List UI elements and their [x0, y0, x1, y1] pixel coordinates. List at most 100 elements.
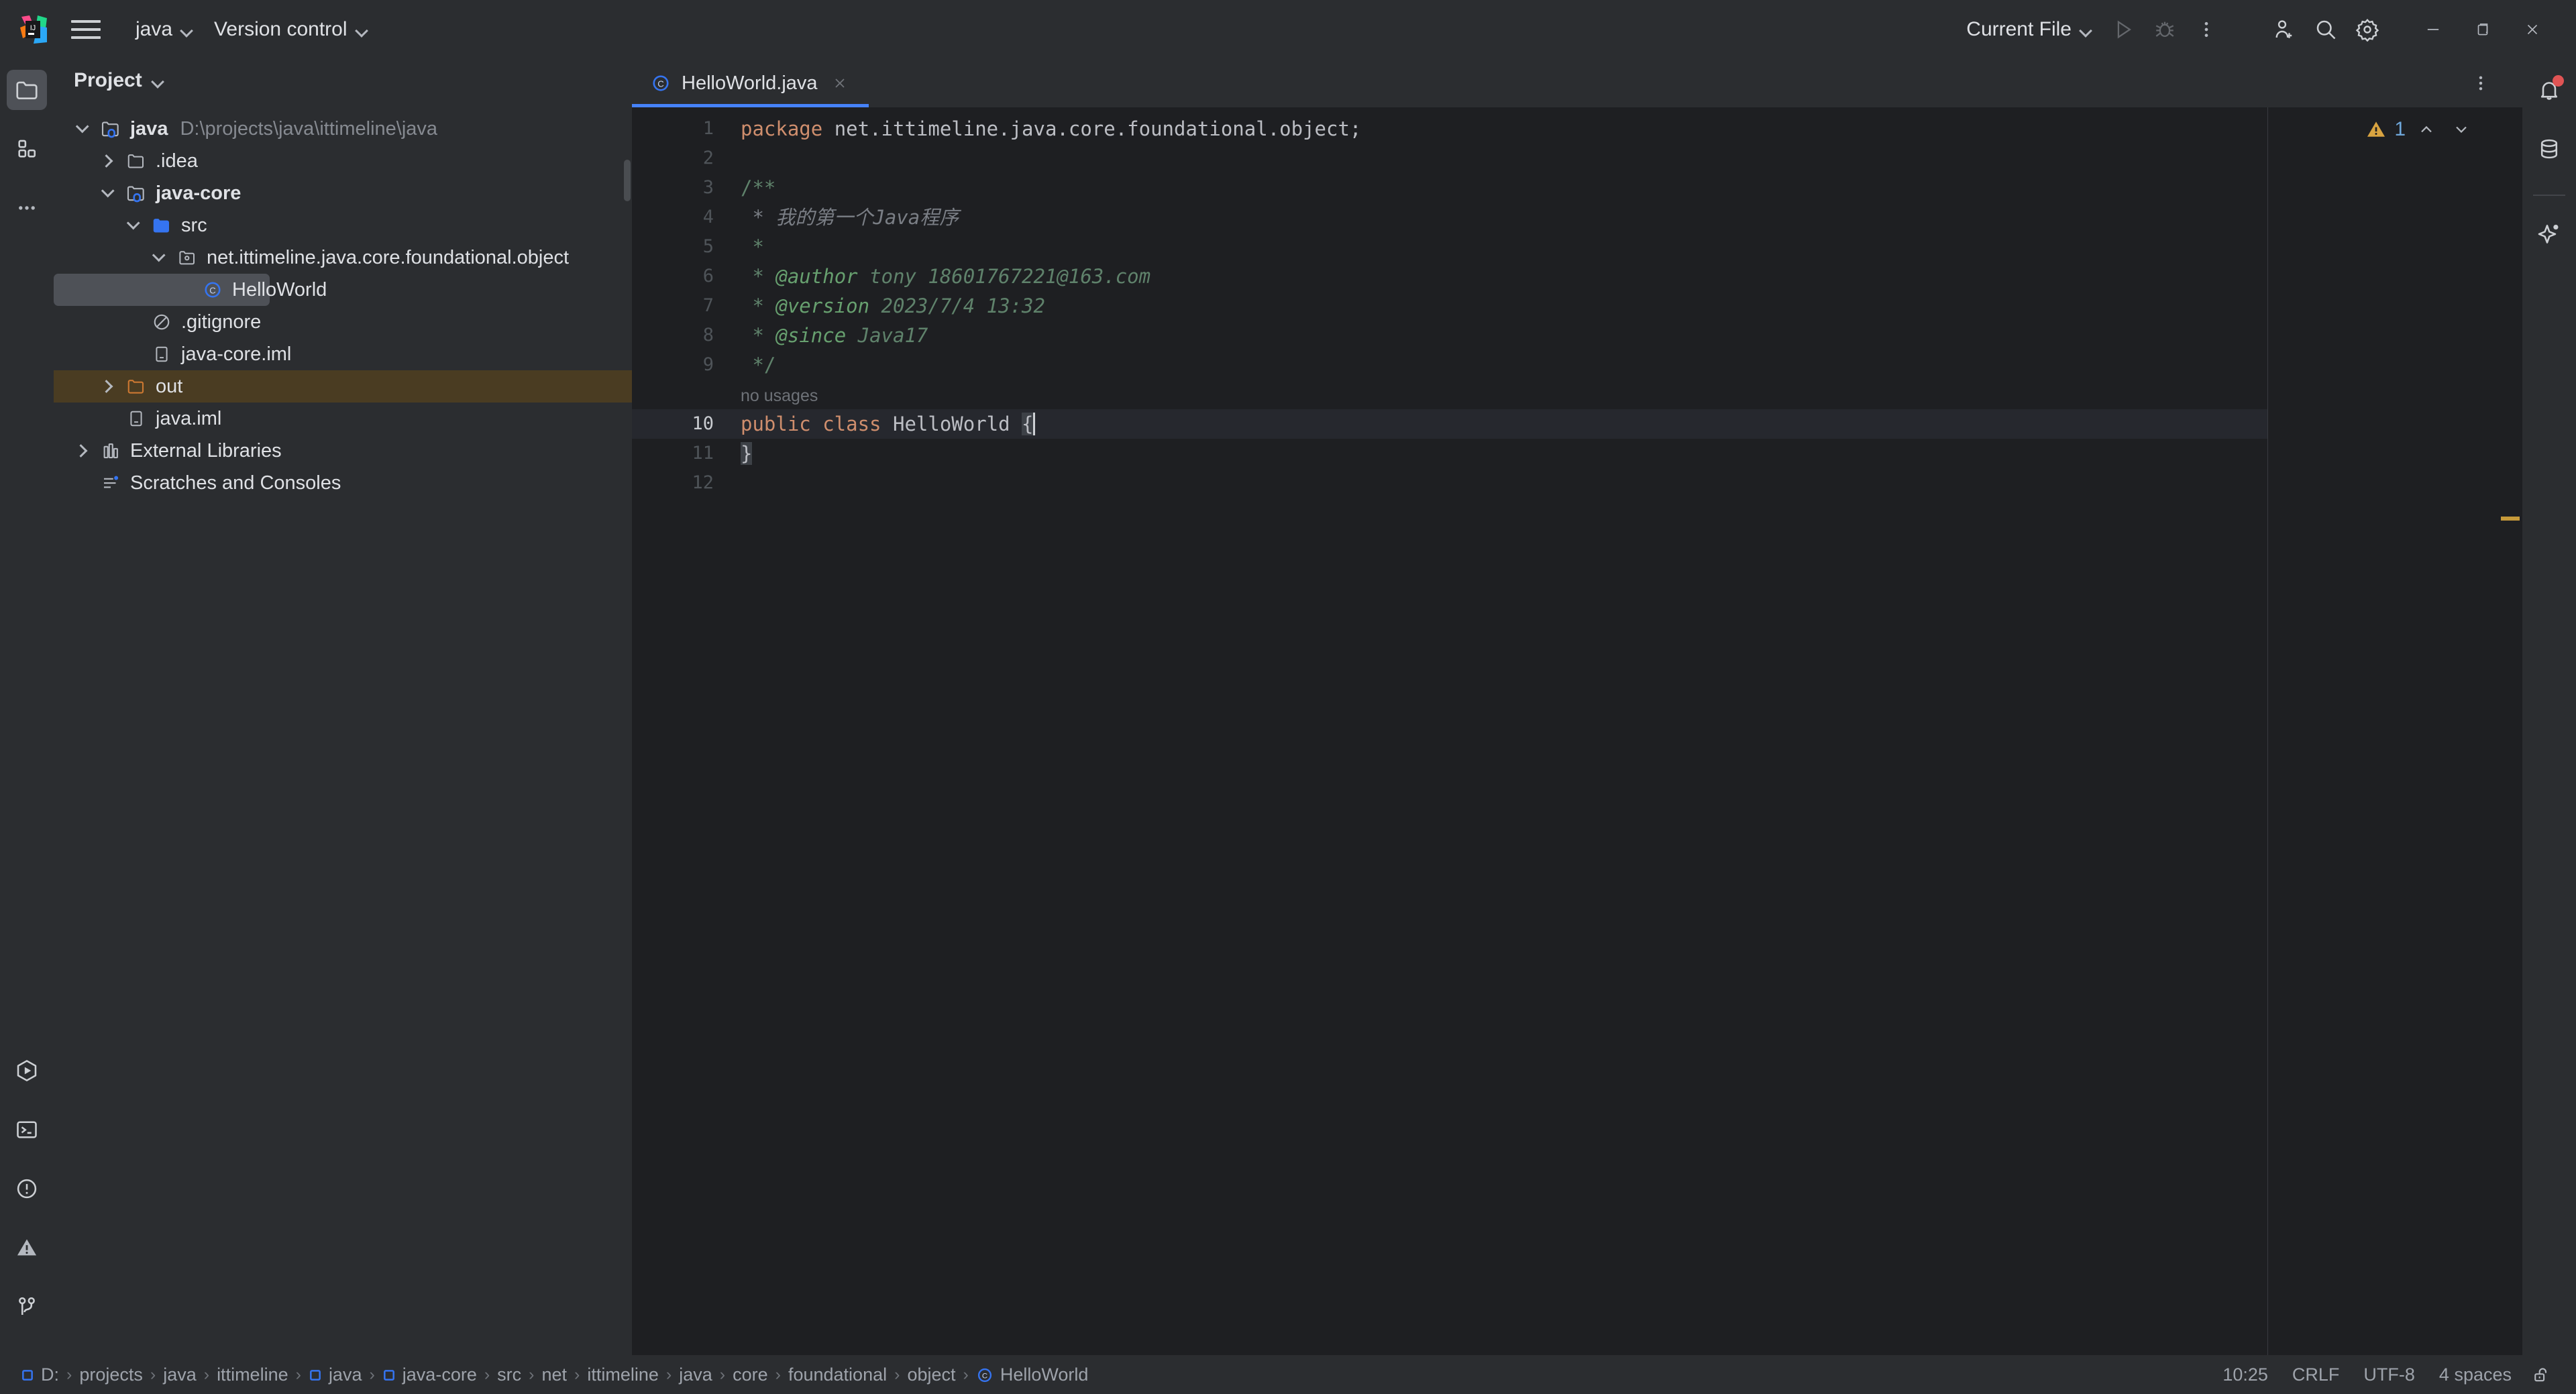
editor-viewport[interactable]: 1 2 3 4 5 6 7 8 9 10 11 12 package net.i…: [632, 107, 2522, 1355]
git-tool-window-button[interactable]: [7, 1287, 47, 1327]
ai-assistant-button[interactable]: [2529, 213, 2569, 254]
chevron-right-icon[interactable]: [68, 444, 95, 458]
breadcrumb-separator: ›: [369, 1365, 375, 1384]
problems-tool-window-button[interactable]: [7, 1169, 47, 1209]
code-inlay-hint-no-usages[interactable]: no usages: [733, 380, 2267, 409]
version-control-widget[interactable]: Version control: [203, 11, 378, 48]
tree-node-external-libraries[interactable]: External Libraries: [54, 435, 632, 467]
run-icon[interactable]: [2102, 9, 2144, 50]
line-separator-widget[interactable]: CRLF: [2280, 1360, 2352, 1389]
tree-node-java-root[interactable]: java D:\projects\java\ittimeline\java: [54, 113, 632, 145]
indent-widget[interactable]: 4 spaces: [2427, 1360, 2524, 1389]
tree-node-java-core[interactable]: java-core: [54, 177, 632, 209]
breadcrumb-item-java-core[interactable]: java-core: [376, 1361, 483, 1389]
chevron-down-icon[interactable]: [68, 119, 95, 133]
tree-node-src[interactable]: src: [54, 209, 632, 242]
unlocked-icon[interactable]: [2524, 1360, 2559, 1390]
token-keyword: package: [741, 117, 835, 140]
database-button[interactable]: [2529, 129, 2569, 169]
breadcrumb-item-net[interactable]: net: [536, 1361, 574, 1389]
excluded-folder-icon: [121, 376, 152, 396]
breadcrumb-item-helloworld[interactable]: C HelloWorld: [970, 1361, 1095, 1389]
breadcrumb-item-foundational[interactable]: foundational: [782, 1361, 893, 1389]
line-number: 4: [702, 207, 714, 227]
add-account-icon[interactable]: [2263, 9, 2305, 50]
breadcrumb-label: java: [328, 1364, 362, 1385]
more-vertical-icon[interactable]: [2186, 9, 2227, 50]
editor-area: C HelloWorld.java 1 2 3 4 5 6 7 8 9 10 1…: [632, 59, 2522, 1355]
breadcrumb-item-java-pkg[interactable]: java: [673, 1361, 718, 1389]
source-folder-icon: [146, 215, 177, 235]
breadcrumb-item-ittimeline-pkg[interactable]: ittimeline: [581, 1361, 665, 1389]
project-tool-window-button[interactable]: [6, 70, 47, 110]
breadcrumb-separator: ›: [150, 1365, 156, 1384]
encoding-widget[interactable]: UTF-8: [2351, 1360, 2427, 1389]
iml-file-icon: [146, 345, 177, 364]
breadcrumb-label: projects: [79, 1364, 143, 1385]
chevron-right-icon[interactable]: [94, 380, 121, 393]
project-tree[interactable]: java D:\projects\java\ittimeline\java .i…: [54, 102, 632, 1355]
chevron-down-icon[interactable]: [2447, 115, 2475, 144]
breadcrumb-separator: ›: [484, 1365, 490, 1384]
breadcrumb: D: › projects › java › ittimeline › java…: [15, 1361, 2210, 1389]
code-content[interactable]: package net.ittimeline.java.core.foundat…: [733, 107, 2267, 1355]
debug-icon[interactable]: [2144, 9, 2186, 50]
chevron-down-icon[interactable]: [145, 248, 172, 262]
warnings-tool-window-button[interactable]: [7, 1228, 47, 1268]
chevron-down-icon[interactable]: [94, 184, 121, 198]
breadcrumb-separator: ›: [775, 1365, 781, 1384]
breadcrumb-separator: ›: [665, 1365, 672, 1384]
breadcrumb-separator: ›: [963, 1365, 969, 1384]
tree-node-out[interactable]: out: [54, 370, 632, 403]
breadcrumb-item-core[interactable]: core: [727, 1361, 774, 1389]
tree-node-helloworld[interactable]: C HelloWorld: [54, 274, 327, 306]
breadcrumb-item-src[interactable]: src: [491, 1361, 527, 1389]
project-tool-window: Project java D:\projects\java\ittimeline: [54, 59, 632, 1355]
breadcrumb-item-drive[interactable]: D:: [15, 1361, 65, 1389]
notifications-button[interactable]: [2529, 70, 2569, 110]
code-line-3: /**: [733, 173, 2267, 203]
error-stripe-marker[interactable]: [2501, 517, 2520, 521]
close-icon[interactable]: [2508, 0, 2557, 59]
tree-node-scratches-and-consoles[interactable]: Scratches and Consoles: [54, 467, 632, 499]
blocks-icon: [15, 138, 38, 160]
editor-gutter[interactable]: 1 2 3 4 5 6 7 8 9 10 11 12: [632, 107, 733, 1355]
hamburger-menu-icon[interactable]: [71, 15, 101, 44]
terminal-tool-window-button[interactable]: [7, 1110, 47, 1150]
run-configuration-selector[interactable]: Current File: [1955, 11, 2102, 48]
close-icon[interactable]: [828, 72, 851, 95]
breadcrumb-item-java-module[interactable]: java: [303, 1361, 368, 1389]
more-tool-windows-button[interactable]: [7, 188, 47, 228]
tree-node-gitignore[interactable]: .gitignore: [54, 306, 632, 338]
editor-options-more-icon[interactable]: [2462, 59, 2500, 107]
gear-icon[interactable]: [2347, 9, 2388, 50]
search-icon[interactable]: [2305, 9, 2347, 50]
run-configuration-label: Current File: [1966, 18, 2072, 40]
code-line-5: *: [733, 232, 2267, 262]
tree-node-java-core-iml[interactable]: java-core.iml: [54, 338, 632, 370]
breadcrumb-item-object[interactable]: object: [901, 1361, 961, 1389]
minimize-icon[interactable]: [2408, 0, 2458, 59]
chevron-right-icon[interactable]: [94, 154, 121, 168]
run-tool-window-button[interactable]: [7, 1051, 47, 1091]
chevron-up-icon[interactable]: [2412, 115, 2440, 144]
line-number-current: 10: [632, 409, 733, 439]
project-tree-scrollbar[interactable]: [624, 160, 631, 201]
tree-node-package[interactable]: net.ittimeline.java.core.foundational.ob…: [54, 242, 632, 274]
tree-node-java-iml[interactable]: java.iml: [54, 403, 632, 435]
maximize-restore-icon[interactable]: [2458, 0, 2508, 59]
chevron-down-icon[interactable]: [152, 74, 164, 87]
tree-node-idea[interactable]: .idea: [54, 145, 632, 177]
project-selector[interactable]: java: [125, 11, 203, 48]
code-line-7: * @version 2023/7/4 13:32: [733, 291, 2267, 321]
rail-divider: [2533, 195, 2565, 196]
breadcrumb-item-projects[interactable]: projects: [73, 1361, 149, 1389]
inspection-widget[interactable]: 1: [2365, 115, 2475, 144]
breadcrumb-item-java[interactable]: java: [157, 1361, 203, 1389]
editor-tab-helloworld[interactable]: C HelloWorld.java: [632, 59, 869, 107]
chevron-down-icon[interactable]: [119, 216, 146, 230]
breadcrumb-item-ittimeline[interactable]: ittimeline: [211, 1361, 294, 1389]
drive-icon: [21, 1369, 34, 1382]
structure-tool-window-button[interactable]: [7, 129, 47, 169]
caret-position-widget[interactable]: 10:25: [2210, 1360, 2280, 1389]
